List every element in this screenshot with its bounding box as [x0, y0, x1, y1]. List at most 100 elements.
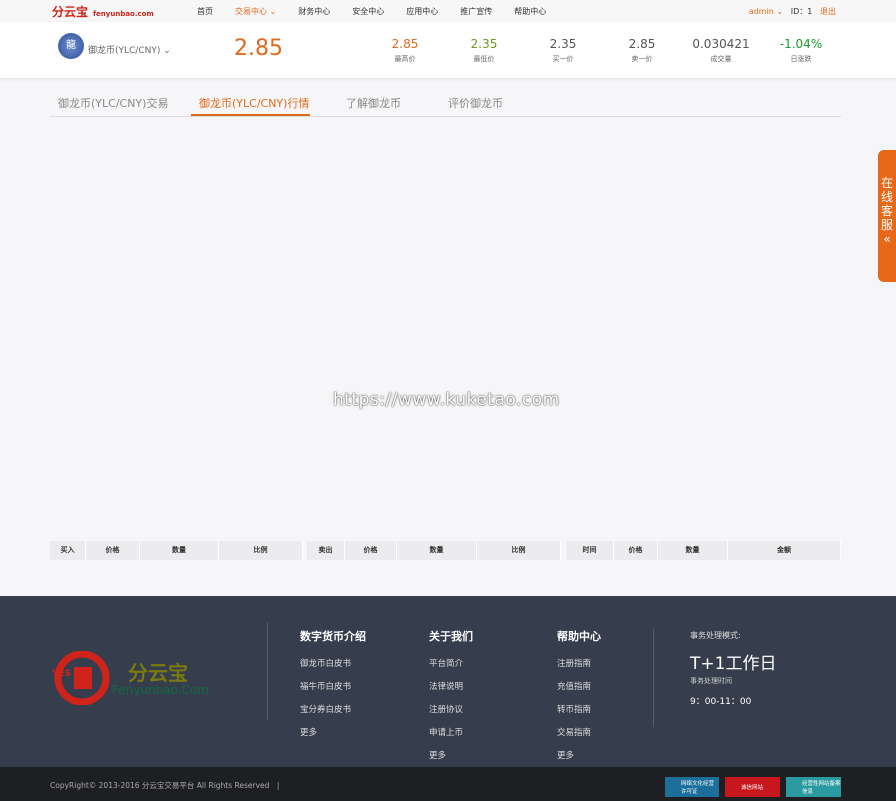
footer-logo-sub: Fenyunbao.Com — [112, 683, 209, 697]
stat-label: 卖一价 — [631, 55, 653, 63]
tab-market[interactable]: 御龙币(YLC/CNY)行情 — [199, 95, 309, 111]
stat-change: -1.04% 日涨跌 — [766, 37, 836, 64]
footer-link[interactable]: 宝分券白皮书 — [300, 703, 366, 715]
divider — [653, 629, 654, 727]
stat-low: 2.35 最低价 — [449, 37, 519, 64]
stat-volume: 0.030421 成交量 — [686, 37, 756, 64]
col-price: 价格 — [86, 541, 140, 560]
stat-value: 2.35 — [470, 37, 498, 51]
stat-high: 2.85 最高价 — [370, 37, 440, 64]
logo-text: 分云宝 — [52, 5, 89, 19]
mode-label: 事务处理模式: — [690, 631, 741, 640]
col-price: 价格 — [614, 541, 658, 560]
nav-security[interactable]: 安全中心 — [352, 6, 384, 17]
footer-link[interactable]: 注册指南 — [557, 657, 601, 669]
stat-value: 2.35 — [549, 37, 577, 51]
stat-label: 日涨跌 — [790, 55, 812, 63]
nav-apps[interactable]: 应用中心 — [406, 6, 438, 17]
stat-ask: 2.85 卖一价 — [607, 37, 677, 64]
tab-trade[interactable]: 御龙币(YLC/CNY)交易 — [58, 95, 168, 111]
footer-link[interactable]: 申请上币 — [429, 726, 473, 738]
nav-help[interactable]: 帮助中心 — [514, 6, 546, 17]
footer-logo: YES 分云宝 Fenyunbao.Com — [52, 650, 222, 709]
footer-link[interactable]: 更多 — [300, 726, 366, 738]
time-label: 事务处理时间 — [690, 677, 732, 685]
stat-value: 0.030421 — [692, 37, 750, 51]
logo-domain: fenyunbao.com — [93, 10, 154, 18]
col-amount: 数量 — [397, 541, 477, 560]
stat-label: 买一价 — [552, 55, 574, 63]
stat-label: 最低价 — [473, 55, 495, 63]
col-price: 价格 — [345, 541, 397, 560]
footer: YES 分云宝 Fenyunbao.Com 数字货币介绍 御龙币白皮书 福牛币白… — [0, 596, 896, 767]
footer-logo-text: 分云宝 — [128, 661, 188, 685]
coin-logo-icon: 龍 — [58, 33, 84, 59]
badge-label: 诚信网站 — [741, 785, 764, 791]
watermark-text: https://www.kuketao.com — [333, 390, 560, 410]
username-dropdown[interactable]: admin ⌄ — [749, 7, 783, 16]
nav-finance[interactable]: 财务中心 — [298, 6, 330, 17]
divider — [267, 622, 268, 720]
footer-link[interactable]: 交易指南 — [557, 726, 601, 738]
user-menu: admin ⌄ ID：1 退出 — [749, 6, 836, 17]
footer-link[interactable]: 充值指南 — [557, 680, 601, 692]
footer-link[interactable]: 御龙币白皮书 — [300, 657, 366, 669]
nav-home[interactable]: 首页 — [197, 6, 213, 17]
active-tab-indicator — [191, 114, 310, 116]
footer-link[interactable]: 法律说明 — [429, 680, 473, 692]
credit-site-badge[interactable]: 诚信网站 — [725, 777, 780, 797]
nav-promotion[interactable]: 推广宣传 — [460, 6, 492, 17]
mode-value: T+1工作日 — [690, 654, 777, 674]
site-logo[interactable]: 分云宝 fenyunbao.com — [52, 3, 154, 20]
footer-link[interactable]: 平台简介 — [429, 657, 473, 669]
col-sell: 卖出 — [307, 541, 345, 560]
ticker-bar: 龍 御龙币(YLC/CNY) ⌄ 2.85 2.85 最高价 2.35 最低价 2.… — [0, 22, 896, 78]
copyright-text: CopyRight© 2013-2016 分云宝交易平台 All Rights … — [50, 781, 280, 790]
online-support-button[interactable]: 在线客服 « — [878, 150, 896, 282]
stat-value: -1.04% — [779, 37, 823, 51]
col-ratio: 比例 — [477, 541, 561, 560]
time-value: 9：00-11：00 — [690, 697, 752, 707]
logo-badge: YES — [52, 669, 72, 679]
coin-name: 御龙币(YLC/CNY) — [88, 46, 161, 56]
current-price: 2.85 — [234, 36, 283, 61]
col-ratio: 比例 — [219, 541, 303, 560]
col-time: 时间 — [566, 541, 614, 560]
stat-label: 成交量 — [710, 55, 732, 63]
badge-label: 经营性网站备案信息 — [802, 781, 841, 795]
support-label: 在线客服 — [881, 176, 894, 232]
logout-link[interactable]: 退出 — [820, 7, 836, 16]
user-id: ID：1 — [790, 7, 813, 16]
buy-orders-header: 买入 价格 数量 比例 — [50, 541, 303, 560]
nav-trade-center[interactable]: 交易中心 ⌄ — [235, 6, 276, 17]
top-nav-bar: 分云宝 fenyunbao.com 首页 交易中心 ⌄ 财务中心 安全中心 应用中… — [0, 0, 896, 22]
stat-label: 最高价 — [394, 55, 416, 63]
footer-link[interactable]: 注册协议 — [429, 703, 473, 715]
footer-col-help: 帮助中心 注册指南 充值指南 转币指南 交易指南 更多 — [557, 628, 601, 772]
stat-value: 2.85 — [628, 37, 656, 51]
tab-review-coin[interactable]: 评价御龙币 — [448, 95, 503, 111]
footer-link[interactable]: 转币指南 — [557, 703, 601, 715]
footer-col-about: 关于我们 平台简介 法律说明 注册协议 申请上币 更多 — [429, 628, 473, 772]
col-title: 帮助中心 — [557, 630, 601, 643]
chevron-down-icon: ⌄ — [163, 46, 171, 56]
stat-value: 2.85 — [391, 37, 419, 51]
collapse-icon: « — [883, 232, 891, 246]
badge-label: 网络文化经营许可证 — [681, 781, 715, 795]
trades-header: 时间 价格 数量 金额 — [566, 541, 841, 560]
footer-col-currency: 数字货币介绍 御龙币白皮书 福牛币白皮书 宝分券白皮书 更多 — [300, 628, 366, 749]
tab-about-coin[interactable]: 了解御龙币 — [346, 95, 401, 111]
col-title: 关于我们 — [429, 630, 473, 643]
col-title: 数字货币介绍 — [300, 630, 366, 643]
col-amount: 数量 — [140, 541, 219, 560]
sell-orders-header: 卖出 价格 数量 比例 — [307, 541, 561, 560]
coin-selector[interactable]: 御龙币(YLC/CNY) ⌄ — [88, 43, 171, 56]
col-total: 金额 — [728, 541, 841, 560]
footer-link[interactable]: 福牛币白皮书 — [300, 680, 366, 692]
footer-link[interactable]: 更多 — [557, 749, 601, 761]
culture-license-badge[interactable]: 网络文化经营许可证 — [665, 777, 719, 797]
filing-info-badge[interactable]: 经营性网站备案信息 — [786, 777, 841, 797]
stat-bid: 2.35 买一价 — [528, 37, 598, 64]
footer-link[interactable]: 更多 — [429, 749, 473, 761]
main-nav: 首页 交易中心 ⌄ 财务中心 安全中心 应用中心 推广宣传 帮助中心 — [197, 6, 568, 17]
